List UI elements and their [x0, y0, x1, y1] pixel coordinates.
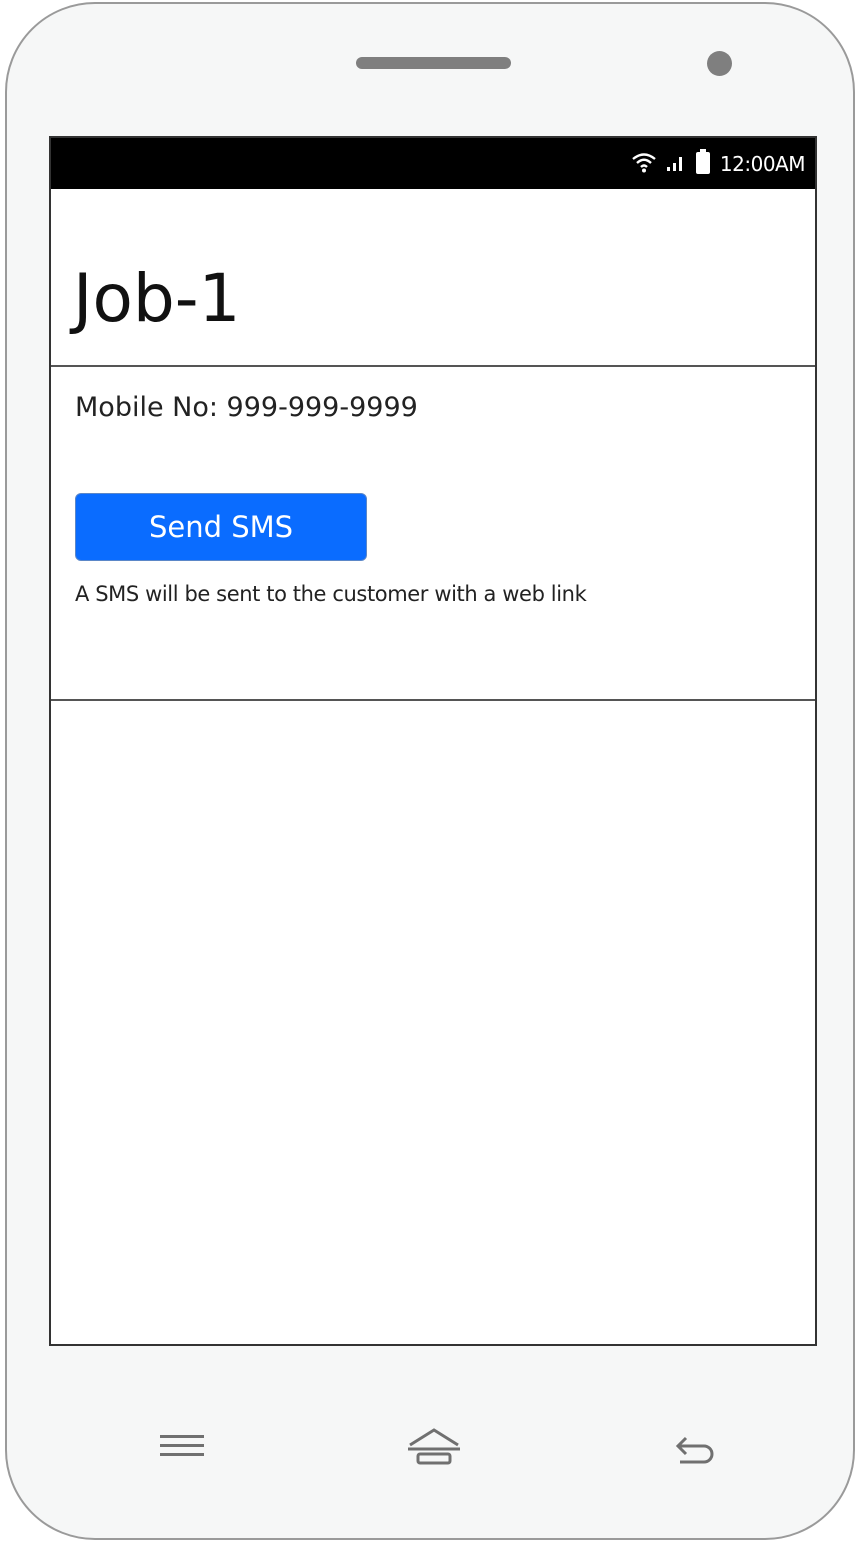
menu-button[interactable]	[152, 1424, 212, 1472]
front-camera	[707, 51, 732, 76]
battery-icon	[695, 148, 711, 179]
send-sms-hint: A SMS will be sent to the customer with …	[75, 582, 587, 606]
app-screen: 12:00AM Job-1 Mobile No: 999-999-9999 Se…	[49, 136, 817, 1346]
home-icon	[406, 1426, 462, 1470]
wifi-icon	[631, 151, 657, 177]
mobile-number: Mobile No: 999-999-9999	[75, 392, 418, 423]
back-button[interactable]	[663, 1424, 723, 1472]
home-button[interactable]	[404, 1424, 464, 1472]
section-divider	[51, 699, 815, 701]
phone-frame: 12:00AM Job-1 Mobile No: 999-999-9999 Se…	[5, 2, 855, 1540]
menu-icon	[158, 1429, 206, 1467]
header-divider	[51, 365, 815, 367]
status-icons: 12:00AM	[631, 138, 806, 189]
send-sms-button[interactable]: Send SMS	[75, 493, 367, 561]
status-bar: 12:00AM	[51, 138, 815, 189]
back-icon	[670, 1426, 716, 1470]
speaker-grille	[356, 57, 511, 69]
status-time: 12:00AM	[719, 151, 806, 176]
page-title: Job-1	[73, 260, 241, 337]
signal-icon	[666, 152, 686, 176]
